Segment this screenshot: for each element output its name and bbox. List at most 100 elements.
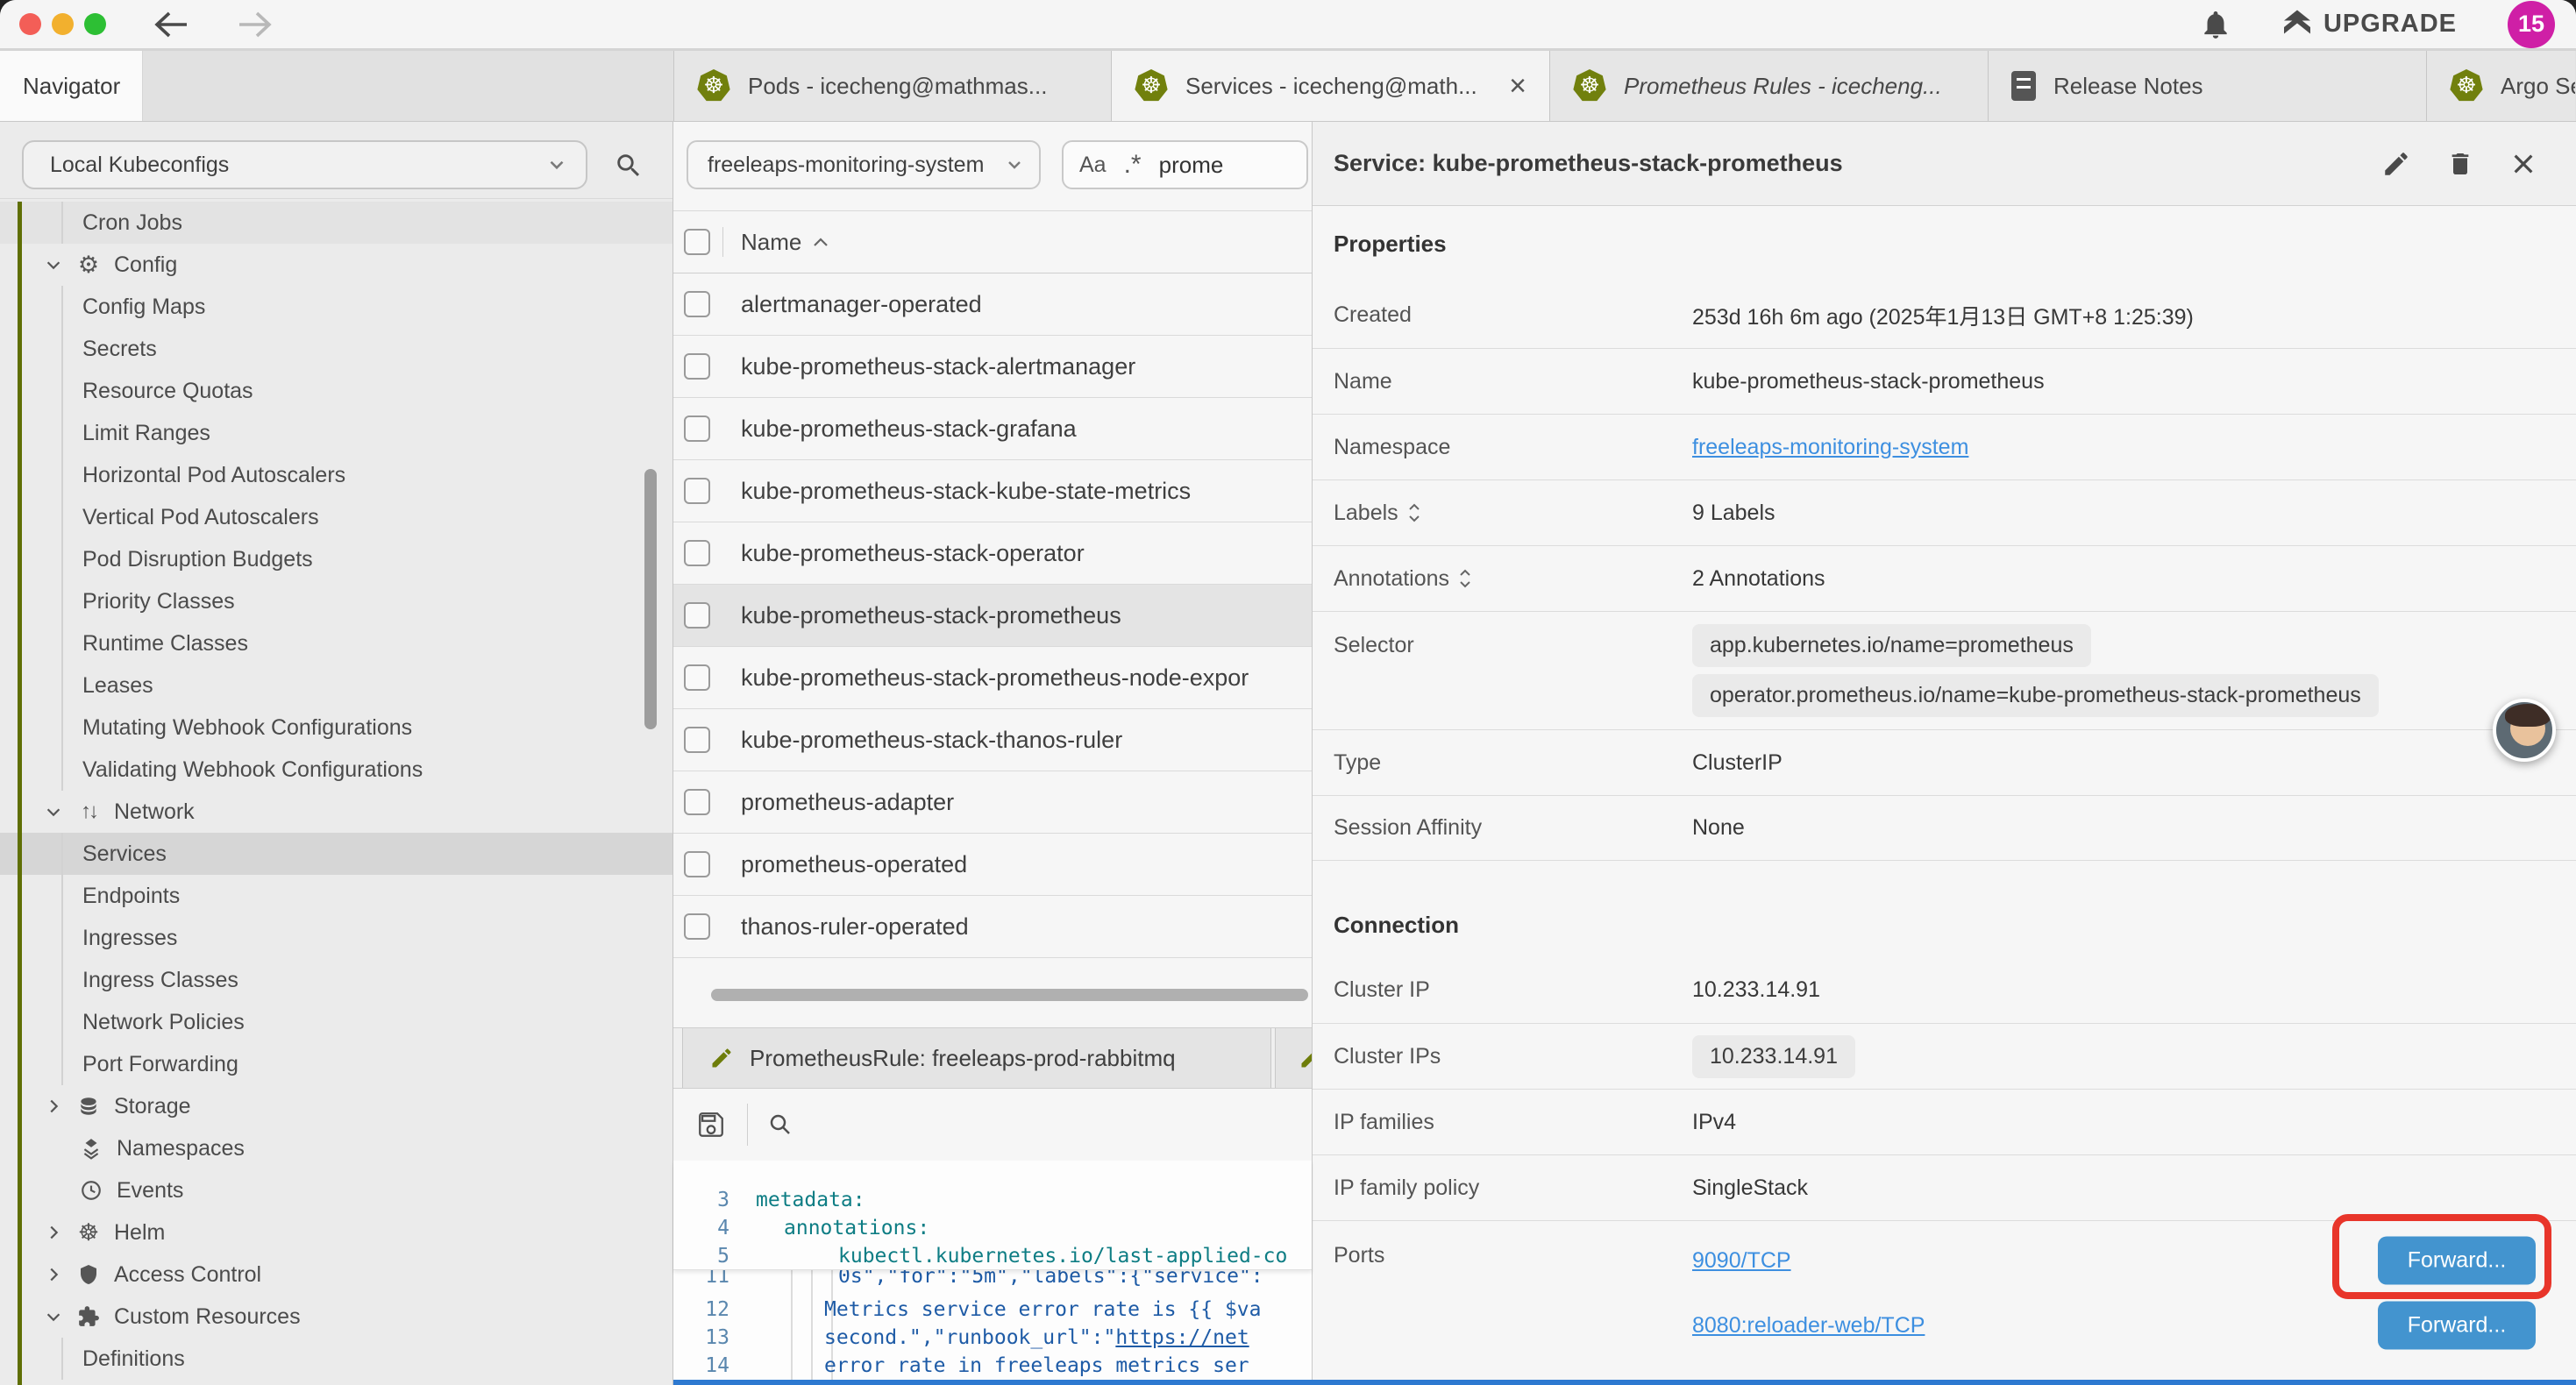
sidebar-item-network-policies[interactable]: Network Policies [0, 1001, 672, 1043]
code-lines: 12Metrics service error rate is {{ $va 1… [673, 1296, 1312, 1380]
row-checkbox[interactable] [684, 789, 710, 815]
table-row[interactable]: kube-prometheus-stack-grafana [673, 398, 1312, 460]
navigator-panel-tab[interactable]: Navigator [0, 51, 143, 121]
table-row[interactable]: prometheus-adapter [673, 771, 1312, 834]
sidebar-group-custom-resources[interactable]: Custom Resources [0, 1296, 672, 1338]
sidebar-item-secrets[interactable]: Secrets [0, 328, 672, 370]
table-row[interactable]: prometheus-operated [673, 834, 1312, 896]
namespace-link[interactable]: freeleaps-monitoring-system [1692, 435, 1968, 459]
divider [0, 198, 672, 199]
tab-services[interactable]: ☸ Services - icecheng@math... × [1112, 51, 1550, 121]
table-row-selected[interactable]: kube-prometheus-stack-prometheus [673, 585, 1312, 647]
editor-search-icon[interactable] [767, 1112, 793, 1138]
sidebar-group-network[interactable]: ↑↓ Network [0, 791, 672, 833]
port-link-9090[interactable]: 9090/TCP [1692, 1248, 1791, 1274]
kubeconfig-selector[interactable]: Local Kubeconfigs [22, 140, 587, 189]
tab-argo[interactable]: ☸ Argo Se [2427, 51, 2575, 121]
sidebar-item-limit-ranges[interactable]: Limit Ranges [0, 412, 672, 454]
sidebar-item-resource-quotas[interactable]: Resource Quotas [0, 370, 672, 412]
sidebar-item-config-maps[interactable]: Config Maps [0, 286, 672, 328]
save-icon[interactable] [696, 1110, 726, 1140]
sidebar-group-access-control[interactable]: Access Control [0, 1254, 672, 1296]
account-badge[interactable]: 15 [2508, 1, 2555, 48]
sidebar-group-config[interactable]: ⚙ Config [0, 244, 672, 286]
sidebar-item-endpoints[interactable]: Endpoints [0, 875, 672, 917]
navigator-tree: Cron Jobs ⚙ Config Config Maps Secrets R… [0, 202, 672, 1380]
expand-collapse-icon[interactable] [1458, 567, 1472, 590]
table-row[interactable]: kube-prometheus-stack-alertmanager [673, 336, 1312, 398]
upgrade-button[interactable]: UPGRADE [2281, 7, 2457, 42]
avatar[interactable] [2493, 699, 2556, 762]
sidebar-item-mutating-webhook-configurations[interactable]: Mutating Webhook Configurations [0, 707, 672, 749]
sidebar-item-runtime-classes[interactable]: Runtime Classes [0, 622, 672, 664]
chevron-right-icon [44, 1265, 63, 1284]
table-row[interactable]: kube-prometheus-stack-kube-state-metrics [673, 460, 1312, 522]
row-checkbox[interactable] [684, 727, 710, 753]
tab-strip: Navigator ☸ Pods - icecheng@mathmas... ☸… [0, 51, 2576, 122]
sidebar-group-helm[interactable]: ☸ Helm [0, 1211, 672, 1254]
search-icon[interactable] [614, 151, 644, 181]
row-checkbox[interactable] [684, 602, 710, 629]
table-row[interactable]: kube-prometheus-stack-thanos-ruler [673, 709, 1312, 771]
tab-release-notes[interactable]: Release Notes [1989, 51, 2427, 121]
sidebar-group-storage[interactable]: Storage [0, 1085, 672, 1127]
sidebar-item-ingresses[interactable]: Ingresses [0, 917, 672, 959]
row-checkbox[interactable] [684, 540, 710, 566]
namespace-filter-dropdown[interactable]: freeleaps-monitoring-system [687, 140, 1041, 189]
match-case-toggle[interactable]: Aa [1079, 153, 1107, 178]
trash-icon[interactable] [2446, 149, 2474, 179]
sidebar-item-services[interactable]: Services [0, 833, 672, 875]
port-link-8080[interactable]: 8080:reloader-web/TCP [1692, 1313, 1925, 1339]
sidebar-scrollbar[interactable] [644, 469, 657, 729]
select-all-checkbox[interactable] [684, 229, 710, 255]
forward-button[interactable]: Forward... [2378, 1302, 2536, 1350]
table-row[interactable]: thanos-ruler-operated [673, 896, 1312, 958]
bell-icon[interactable] [2199, 7, 2232, 42]
tab-prometheus-rules[interactable]: ☸ Prometheus Rules - icecheng... [1550, 51, 1989, 121]
sidebar-item-ingress-classes[interactable]: Ingress Classes [0, 959, 672, 1001]
search-value: prome [1159, 152, 1224, 179]
tab-pods[interactable]: ☸ Pods - icecheng@mathmas... [673, 51, 1112, 121]
sidebar-item-port-forwarding[interactable]: Port Forwarding [0, 1043, 672, 1085]
yaml-editor[interactable]: 3metadata: 4annotations: 5kubectl.kubern… [673, 1161, 1312, 1385]
sidebar-item-vertical-pod-autoscalers[interactable]: Vertical Pod Autoscalers [0, 496, 672, 538]
runbook-url-link[interactable]: https://net [1115, 1326, 1249, 1349]
back-arrow-icon[interactable] [152, 10, 190, 39]
row-checkbox[interactable] [684, 416, 710, 442]
sidebar-item-leases[interactable]: Leases [0, 664, 672, 707]
expand-collapse-icon[interactable] [1407, 501, 1421, 524]
horizontal-scrollbar[interactable] [711, 989, 1308, 1001]
chevron-down-icon [44, 255, 63, 274]
row-checkbox[interactable] [684, 478, 710, 504]
sidebar-item-priority-classes[interactable]: Priority Classes [0, 580, 672, 622]
row-checkbox[interactable] [684, 664, 710, 691]
table-row[interactable]: kube-prometheus-stack-operator [673, 522, 1312, 585]
sidebar-item-horizontal-pod-autoscalers[interactable]: Horizontal Pod Autoscalers [0, 454, 672, 496]
close-icon[interactable] [2509, 150, 2537, 178]
editor-tab-prometheusrule[interactable]: PrometheusRule: freeleaps-prod-rabbitmq [682, 1028, 1271, 1088]
sidebar-item-namespaces[interactable]: Namespaces [0, 1127, 672, 1169]
detail-row-cluster-ip: Cluster IP 10.233.14.91 [1313, 957, 2576, 1023]
regex-toggle[interactable]: .* [1124, 150, 1142, 180]
edit-pencil-icon[interactable] [2381, 149, 2411, 179]
table-row[interactable]: kube-prometheus-stack-prometheus-node-ex… [673, 647, 1312, 709]
forward-button[interactable]: Forward... [2378, 1237, 2536, 1285]
table-row[interactable]: alertmanager-operated [673, 273, 1312, 336]
close-window-button[interactable] [19, 13, 41, 35]
maximize-window-button[interactable] [84, 13, 106, 35]
minimize-window-button[interactable] [52, 13, 74, 35]
sidebar-item-validating-webhook-configurations[interactable]: Validating Webhook Configurations [0, 749, 672, 791]
row-checkbox[interactable] [684, 353, 710, 380]
row-checkbox[interactable] [684, 291, 710, 317]
editor-tab-partial[interactable] [1275, 1028, 1312, 1088]
sidebar-item-cron-jobs[interactable]: Cron Jobs [0, 202, 672, 244]
row-checkbox[interactable] [684, 851, 710, 877]
column-header-name[interactable]: Name [741, 229, 829, 256]
row-checkbox[interactable] [684, 913, 710, 940]
sidebar-item-events[interactable]: Events [0, 1169, 672, 1211]
name-search-input[interactable]: Aa .* prome [1062, 140, 1308, 189]
sidebar-item-pod-disruption-budgets[interactable]: Pod Disruption Budgets [0, 538, 672, 580]
forward-arrow-icon[interactable] [236, 10, 274, 39]
close-tab-icon[interactable]: × [1509, 71, 1526, 101]
sidebar-item-definitions[interactable]: Definitions [0, 1338, 672, 1380]
